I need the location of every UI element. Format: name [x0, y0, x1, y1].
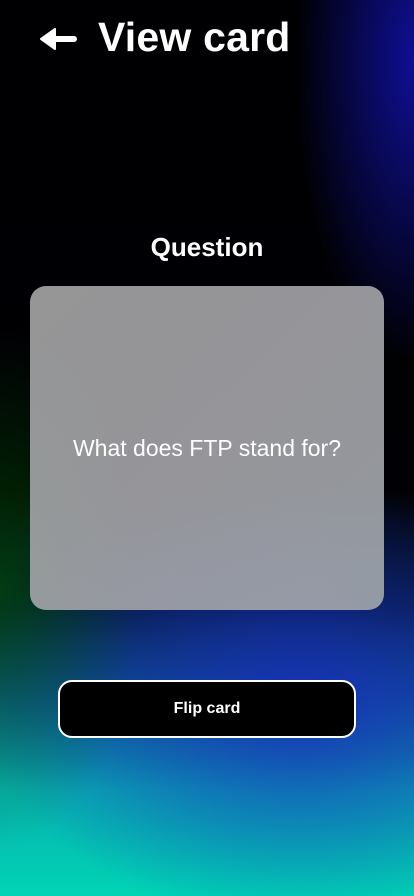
card-side-label: Question: [150, 232, 264, 262]
arrow-left-icon: [40, 28, 77, 50]
page-title: View card: [98, 14, 291, 60]
back-button[interactable]: [36, 20, 80, 60]
view-card-screen: View card Question What does FTP stand f…: [0, 0, 414, 896]
flip-card-button[interactable]: Flip card: [58, 680, 356, 738]
card-question-text: What does FTP stand for?: [72, 434, 342, 461]
header: View card: [0, 0, 414, 80]
flashcard[interactable]: What does FTP stand for?: [30, 286, 384, 610]
